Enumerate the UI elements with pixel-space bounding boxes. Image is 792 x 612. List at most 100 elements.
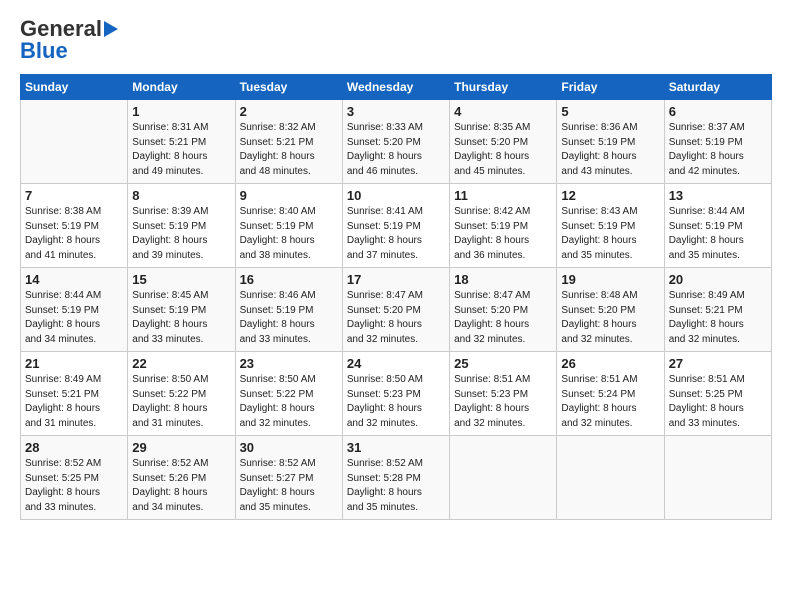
week-row-4: 28 Sunrise: 8:52 AM Sunset: 5:25 PM Dayli… <box>21 436 772 520</box>
calendar-cell: 27 Sunrise: 8:51 AM Sunset: 5:25 PM Dayli… <box>664 352 771 436</box>
weekday-friday: Friday <box>557 75 664 100</box>
day-number: 12 <box>561 188 659 203</box>
day-number: 21 <box>25 356 123 371</box>
weekday-monday: Monday <box>128 75 235 100</box>
week-row-2: 14 Sunrise: 8:44 AM Sunset: 5:19 PM Dayli… <box>21 268 772 352</box>
day-info: Sunrise: 8:49 AM Sunset: 5:21 PM Dayligh… <box>669 289 767 347</box>
weekday-sunday: Sunday <box>21 75 128 100</box>
calendar-cell <box>557 436 664 520</box>
day-number: 19 <box>561 272 659 287</box>
calendar-table: SundayMondayTuesdayWednesdayThursdayFrid… <box>20 74 772 520</box>
calendar-cell: 8 Sunrise: 8:39 AM Sunset: 5:19 PM Daylig… <box>128 184 235 268</box>
week-row-0: 1 Sunrise: 8:31 AM Sunset: 5:21 PM Daylig… <box>21 100 772 184</box>
day-info: Sunrise: 8:36 AM Sunset: 5:19 PM Dayligh… <box>561 121 659 179</box>
calendar-cell: 21 Sunrise: 8:49 AM Sunset: 5:21 PM Dayli… <box>21 352 128 436</box>
day-info: Sunrise: 8:47 AM Sunset: 5:20 PM Dayligh… <box>347 289 445 347</box>
day-info: Sunrise: 8:37 AM Sunset: 5:19 PM Dayligh… <box>669 121 767 179</box>
day-info: Sunrise: 8:46 AM Sunset: 5:19 PM Dayligh… <box>240 289 338 347</box>
page-container: General Blue SundayMondayTuesdayWednesda… <box>0 0 792 530</box>
day-info: Sunrise: 8:38 AM Sunset: 5:19 PM Dayligh… <box>25 205 123 263</box>
day-number: 10 <box>347 188 445 203</box>
calendar-cell: 23 Sunrise: 8:50 AM Sunset: 5:22 PM Dayli… <box>235 352 342 436</box>
weekday-wednesday: Wednesday <box>342 75 449 100</box>
calendar-cell: 16 Sunrise: 8:46 AM Sunset: 5:19 PM Dayli… <box>235 268 342 352</box>
day-info: Sunrise: 8:41 AM Sunset: 5:19 PM Dayligh… <box>347 205 445 263</box>
weekday-saturday: Saturday <box>664 75 771 100</box>
day-info: Sunrise: 8:31 AM Sunset: 5:21 PM Dayligh… <box>132 121 230 179</box>
day-number: 30 <box>240 440 338 455</box>
day-info: Sunrise: 8:42 AM Sunset: 5:19 PM Dayligh… <box>454 205 552 263</box>
header: General Blue <box>20 16 772 64</box>
day-number: 24 <box>347 356 445 371</box>
day-number: 28 <box>25 440 123 455</box>
day-info: Sunrise: 8:44 AM Sunset: 5:19 PM Dayligh… <box>25 289 123 347</box>
day-number: 1 <box>132 104 230 119</box>
day-number: 11 <box>454 188 552 203</box>
calendar-cell: 25Sunrise: 8:51 AM Sunset: 5:23 PM Dayli… <box>450 352 557 436</box>
calendar-cell: 31 Sunrise: 8:52 AM Sunset: 5:28 PM Dayli… <box>342 436 449 520</box>
logo-arrow-icon <box>104 21 118 37</box>
day-info: Sunrise: 8:51 AM Sunset: 5:24 PM Dayligh… <box>561 373 659 431</box>
calendar-cell: 18Sunrise: 8:47 AM Sunset: 5:20 PM Dayli… <box>450 268 557 352</box>
calendar-cell: 30 Sunrise: 8:52 AM Sunset: 5:27 PM Dayli… <box>235 436 342 520</box>
logo-blue: Blue <box>20 38 68 64</box>
calendar-cell: 4 Sunrise: 8:35 AM Sunset: 5:20 PM Daylig… <box>450 100 557 184</box>
day-number: 7 <box>25 188 123 203</box>
calendar-cell: 3 Sunrise: 8:33 AM Sunset: 5:20 PM Daylig… <box>342 100 449 184</box>
day-number: 14 <box>25 272 123 287</box>
day-number: 5 <box>561 104 659 119</box>
day-number: 6 <box>669 104 767 119</box>
day-number: 20 <box>669 272 767 287</box>
weekday-thursday: Thursday <box>450 75 557 100</box>
day-info: Sunrise: 8:39 AM Sunset: 5:19 PM Dayligh… <box>132 205 230 263</box>
day-info: Sunrise: 8:52 AM Sunset: 5:28 PM Dayligh… <box>347 457 445 515</box>
day-info: Sunrise: 8:51 AM Sunset: 5:25 PM Dayligh… <box>669 373 767 431</box>
logo: General Blue <box>20 16 118 64</box>
day-info: Sunrise: 8:52 AM Sunset: 5:26 PM Dayligh… <box>132 457 230 515</box>
calendar-cell: 29 Sunrise: 8:52 AM Sunset: 5:26 PM Dayli… <box>128 436 235 520</box>
day-info: Sunrise: 8:50 AM Sunset: 5:23 PM Dayligh… <box>347 373 445 431</box>
day-info: Sunrise: 8:52 AM Sunset: 5:25 PM Dayligh… <box>25 457 123 515</box>
calendar-cell: 24 Sunrise: 8:50 AM Sunset: 5:23 PM Dayli… <box>342 352 449 436</box>
day-info: Sunrise: 8:43 AM Sunset: 5:19 PM Dayligh… <box>561 205 659 263</box>
day-number: 2 <box>240 104 338 119</box>
day-number: 16 <box>240 272 338 287</box>
day-number: 23 <box>240 356 338 371</box>
calendar-cell: 9Sunrise: 8:40 AM Sunset: 5:19 PM Daylig… <box>235 184 342 268</box>
weekday-tuesday: Tuesday <box>235 75 342 100</box>
day-number: 31 <box>347 440 445 455</box>
day-number: 22 <box>132 356 230 371</box>
day-number: 15 <box>132 272 230 287</box>
calendar-cell: 17 Sunrise: 8:47 AM Sunset: 5:20 PM Dayli… <box>342 268 449 352</box>
day-info: Sunrise: 8:50 AM Sunset: 5:22 PM Dayligh… <box>132 373 230 431</box>
week-row-1: 7 Sunrise: 8:38 AM Sunset: 5:19 PM Daylig… <box>21 184 772 268</box>
calendar-cell: 2Sunrise: 8:32 AM Sunset: 5:21 PM Daylig… <box>235 100 342 184</box>
calendar-cell: 1 Sunrise: 8:31 AM Sunset: 5:21 PM Daylig… <box>128 100 235 184</box>
day-info: Sunrise: 8:45 AM Sunset: 5:19 PM Dayligh… <box>132 289 230 347</box>
day-info: Sunrise: 8:44 AM Sunset: 5:19 PM Dayligh… <box>669 205 767 263</box>
day-number: 18 <box>454 272 552 287</box>
day-number: 13 <box>669 188 767 203</box>
calendar-cell: 6 Sunrise: 8:37 AM Sunset: 5:19 PM Daylig… <box>664 100 771 184</box>
day-info: Sunrise: 8:52 AM Sunset: 5:27 PM Dayligh… <box>240 457 338 515</box>
day-info: Sunrise: 8:33 AM Sunset: 5:20 PM Dayligh… <box>347 121 445 179</box>
calendar-cell: 20 Sunrise: 8:49 AM Sunset: 5:21 PM Dayli… <box>664 268 771 352</box>
calendar-cell: 15 Sunrise: 8:45 AM Sunset: 5:19 PM Dayli… <box>128 268 235 352</box>
day-number: 26 <box>561 356 659 371</box>
day-info: Sunrise: 8:35 AM Sunset: 5:20 PM Dayligh… <box>454 121 552 179</box>
calendar-cell <box>450 436 557 520</box>
day-info: Sunrise: 8:40 AM Sunset: 5:19 PM Dayligh… <box>240 205 338 263</box>
calendar-cell: 14 Sunrise: 8:44 AM Sunset: 5:19 PM Dayli… <box>21 268 128 352</box>
day-number: 4 <box>454 104 552 119</box>
day-number: 29 <box>132 440 230 455</box>
calendar-cell: 11 Sunrise: 8:42 AM Sunset: 5:19 PM Dayli… <box>450 184 557 268</box>
day-number: 17 <box>347 272 445 287</box>
day-info: Sunrise: 8:50 AM Sunset: 5:22 PM Dayligh… <box>240 373 338 431</box>
weekday-header-row: SundayMondayTuesdayWednesdayThursdayFrid… <box>21 75 772 100</box>
day-number: 8 <box>132 188 230 203</box>
day-number: 3 <box>347 104 445 119</box>
calendar-cell: 10 Sunrise: 8:41 AM Sunset: 5:19 PM Dayli… <box>342 184 449 268</box>
day-number: 25 <box>454 356 552 371</box>
day-number: 27 <box>669 356 767 371</box>
day-info: Sunrise: 8:49 AM Sunset: 5:21 PM Dayligh… <box>25 373 123 431</box>
